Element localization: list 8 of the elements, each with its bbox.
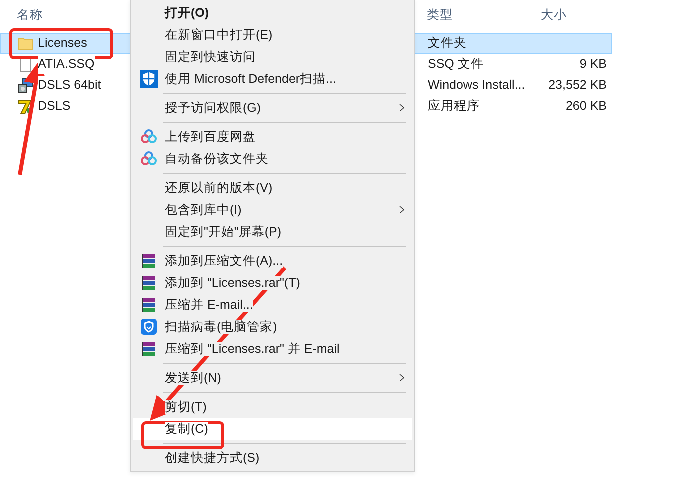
file-type: SSQ 文件 bbox=[428, 57, 484, 72]
file-size: 9 KB bbox=[580, 57, 607, 72]
file-size: 260 KB bbox=[566, 99, 607, 114]
file-size: 23,552 KB bbox=[548, 78, 607, 92]
file-name: ATIA.SSQ bbox=[38, 55, 95, 74]
file-type: Windows Install... bbox=[428, 78, 526, 92]
file-type: 应用程序 bbox=[428, 99, 480, 114]
file-type: 文件夹 bbox=[428, 36, 467, 50]
